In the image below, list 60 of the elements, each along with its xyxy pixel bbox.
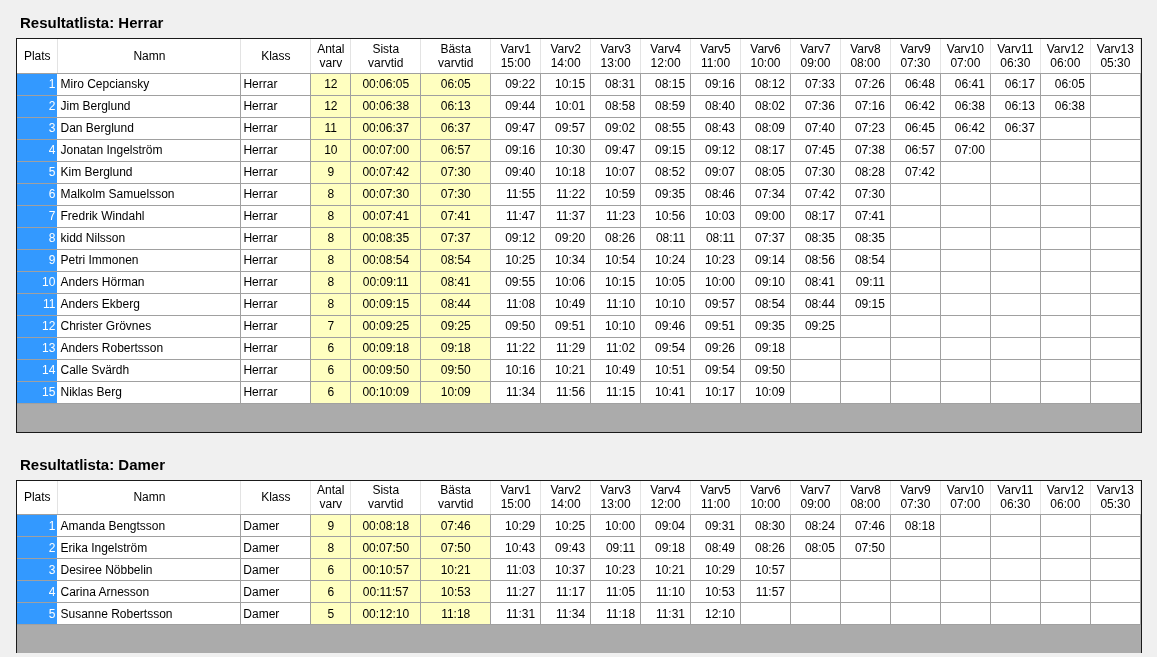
column-header[interactable]: Varv4 12:00 [640,39,691,73]
section-title: Resultatlista: Herrar [20,14,164,32]
table-cell: kidd Nilsson [57,227,241,249]
column-header[interactable]: Varv5 11:00 [690,39,741,73]
column-header[interactable]: Namn [57,480,241,515]
table-cell: Dan Berglund [57,117,241,139]
table-cell: Malkolm Samuelsson [57,183,241,205]
column-header[interactable]: Sista varvtid [350,39,421,73]
table-cell: Miro Cepciansky [57,73,241,95]
column-header[interactable]: Varv10 07:00 [940,480,991,515]
column-header[interactable]: Varv1 15:00 [490,39,541,73]
table-cell: Jim Berglund [57,95,241,117]
column-header[interactable]: Varv10 07:00 [940,39,991,73]
section-title: Resultatlista: Damer [20,455,166,474]
column-header[interactable]: Varv13 05:30 [1090,39,1141,73]
column-header[interactable]: Sista varvtid [350,480,421,515]
table-cell: Calle Svärdh [57,359,241,381]
column-header[interactable]: Varv2 14:00 [540,39,591,73]
column-header[interactable]: Varv3 13:00 [590,39,641,73]
table-cell: Niklas Berg [57,381,241,403]
table-cell: Amanda Bengtsson [57,514,241,537]
column-header[interactable]: Namn [57,39,241,73]
column-header[interactable]: Varv13 05:30 [1090,480,1141,515]
column-header[interactable]: Varv11 06:30 [990,39,1041,73]
column-header[interactable]: Plats [17,480,58,515]
column-header[interactable]: Varv5 11:00 [690,480,741,515]
column-header[interactable]: Varv8 08:00 [840,39,891,73]
column-header[interactable]: Varv7 09:00 [790,480,841,515]
table-cell: Christer Grövnes [57,315,241,337]
column-header[interactable]: Varv9 07:30 [890,39,941,73]
table-cell: Fredrik Windahl [57,205,241,227]
column-header[interactable]: Klass [240,480,311,515]
column-header[interactable]: Klass [240,39,311,73]
column-header[interactable]: Antal varv [310,39,351,73]
column-header[interactable]: Varv12 06:00 [1040,39,1091,73]
column-header[interactable]: Bästa varvtid [420,39,491,73]
column-header[interactable]: Varv6 10:00 [740,39,791,73]
column-header[interactable]: Varv6 10:00 [740,480,791,515]
table-cell: Carina Arnesson [57,580,241,603]
column-header[interactable]: Varv3 13:00 [590,480,641,515]
table-cell: Desiree Nöbbelin [57,558,241,581]
column-header[interactable]: Bästa varvtid [420,480,491,515]
column-header[interactable]: Varv12 06:00 [1040,480,1091,515]
table-cell: Anders Hörman [57,271,241,293]
column-header[interactable]: Varv8 08:00 [840,480,891,515]
column-header[interactable]: Varv11 06:30 [990,480,1041,515]
table-cell: Anders Robertsson [57,337,241,359]
table-cell: Anders Ekberg [57,293,241,315]
column-header[interactable]: Varv4 12:00 [640,480,691,515]
column-header[interactable]: Varv7 09:00 [790,39,841,73]
column-header[interactable]: Plats [17,39,58,73]
table-cell: Jonatan Ingelström [57,139,241,161]
column-header[interactable]: Varv9 07:30 [890,480,941,515]
column-header[interactable]: Antal varv [310,480,351,515]
column-header[interactable]: Varv1 15:00 [490,480,541,515]
table-cell: Erika Ingelström [57,536,241,559]
column-header[interactable]: Varv2 14:00 [540,480,591,515]
table-cell: Susanne Robertsson [57,602,241,625]
table-cell: Petri Immonen [57,249,241,271]
table-cell: Kim Berglund [57,161,241,183]
